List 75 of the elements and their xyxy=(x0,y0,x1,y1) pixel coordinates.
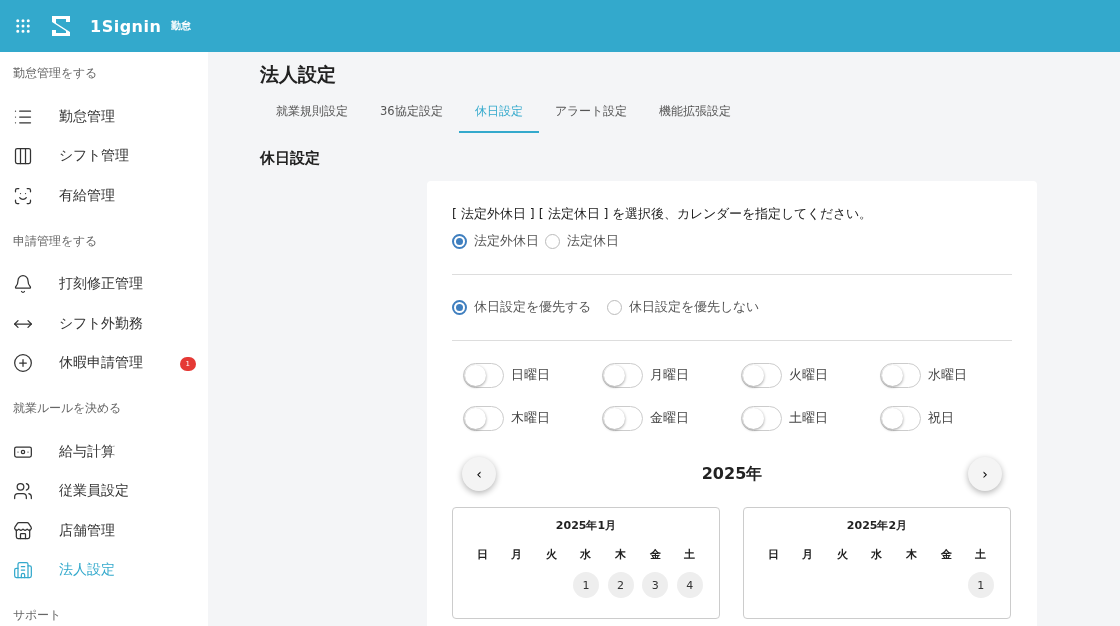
plus-circle-icon xyxy=(13,353,33,374)
product-name: 勤怠 xyxy=(171,19,192,33)
tab[interactable]: 就業規則設定 xyxy=(260,94,364,133)
toggle-option[interactable]: 祝日 xyxy=(880,406,1019,431)
weekday-label: 日 xyxy=(476,547,488,562)
section-heading: 勤怠管理をする xyxy=(13,66,98,82)
weekday-label: 木 xyxy=(906,547,918,562)
toggle-switch[interactable] xyxy=(602,406,643,431)
section-heading: 就業ルールを決める xyxy=(13,401,122,417)
store-icon xyxy=(13,520,33,541)
weekday-label: 日 xyxy=(767,547,779,562)
toggle-switch[interactable] xyxy=(741,406,782,431)
toggle-option[interactable]: 金曜日 xyxy=(602,406,741,431)
radio-option[interactable]: 休日設定を優先しない xyxy=(607,299,759,316)
month-title: 2025年2月 xyxy=(845,518,909,533)
radio-option[interactable]: 法定休日 xyxy=(545,233,619,250)
month-title: 2025年1月 xyxy=(554,518,618,533)
apps-icon[interactable] xyxy=(14,17,32,35)
weekday-label: 水 xyxy=(580,547,592,562)
toggle-option[interactable]: 日曜日 xyxy=(463,363,602,388)
weekday-label: 火 xyxy=(545,547,557,562)
page-title: 法人設定 xyxy=(260,62,337,87)
weekday-label: 月 xyxy=(511,547,523,562)
toggle-switch[interactable] xyxy=(463,406,504,431)
sidebar-item[interactable]: 店舗管理 xyxy=(13,511,196,551)
calendar-day[interactable]: 3 xyxy=(642,572,669,598)
toggle-option[interactable]: 木曜日 xyxy=(463,406,602,431)
radio-icon[interactable] xyxy=(452,300,467,315)
weekday-label: 金 xyxy=(649,547,661,562)
weekday-label: 土 xyxy=(975,547,987,562)
weekday-label: 土 xyxy=(684,547,696,562)
toggle-switch[interactable] xyxy=(880,406,921,431)
toggle-option[interactable]: 月曜日 xyxy=(602,363,741,388)
sidebar-item[interactable]: 有給管理 xyxy=(13,176,196,216)
calendar-day[interactable]: 1 xyxy=(573,572,599,598)
instruction-text: [ 法定外休日 ] [ 法定休日 ] を選択後、カレンダーを指定してください。 xyxy=(452,206,874,223)
weekday-label: 水 xyxy=(871,547,883,562)
year-title: 2025年 xyxy=(701,463,763,485)
sidebar-item[interactable]: シフト外勤務 xyxy=(13,304,196,344)
next-button[interactable]: › xyxy=(968,457,1002,491)
columns-icon xyxy=(13,146,33,167)
sidebar-item[interactable]: 打刻修正管理 xyxy=(13,264,196,304)
radio-option[interactable]: 休日設定を優先する xyxy=(452,299,591,316)
sidebar-item[interactable]: 給与計算 xyxy=(13,432,196,472)
toggle-option[interactable]: 火曜日 xyxy=(741,363,880,388)
radio-option[interactable]: 法定外休日 xyxy=(452,233,539,250)
radio-icon[interactable] xyxy=(452,234,467,249)
weekday-label: 火 xyxy=(836,547,848,562)
previous-button[interactable]: ‹ xyxy=(462,457,496,491)
toggle-switch[interactable] xyxy=(602,363,643,388)
toggle-option[interactable]: 土曜日 xyxy=(741,406,880,431)
calendar-day[interactable]: 1 xyxy=(967,572,994,598)
sidebar-item[interactable]: シフト管理 xyxy=(13,136,196,176)
section-heading: サポート xyxy=(13,608,62,624)
toggle-option[interactable]: 水曜日 xyxy=(880,363,1019,388)
toggle-switch[interactable] xyxy=(463,363,504,388)
calendar-day[interactable]: 4 xyxy=(676,572,703,598)
tab[interactable]: 機能拡張設定 xyxy=(642,94,747,133)
section-heading: 申請管理をする xyxy=(13,233,98,250)
calendar-day[interactable]: 2 xyxy=(607,572,634,598)
sidebar-item[interactable]: 従業員設定 xyxy=(13,471,196,511)
section-title: 休日設定 xyxy=(260,149,321,168)
brand-name: 1Signin xyxy=(90,16,162,36)
tab[interactable]: 36協定設定 xyxy=(364,94,459,133)
weekday-label: 木 xyxy=(615,547,627,562)
people-icon xyxy=(13,481,33,502)
sidebar-item[interactable]: 勤怠管理 xyxy=(13,97,196,137)
bell-icon xyxy=(13,274,33,295)
logo-icon xyxy=(50,14,72,38)
tab[interactable]: アラート設定 xyxy=(538,94,643,133)
weekday-label: 金 xyxy=(940,547,952,562)
toggle-switch[interactable] xyxy=(741,363,782,388)
building-icon xyxy=(13,560,33,581)
weekday-label: 月 xyxy=(802,547,814,562)
toggle-switch[interactable] xyxy=(880,363,921,388)
